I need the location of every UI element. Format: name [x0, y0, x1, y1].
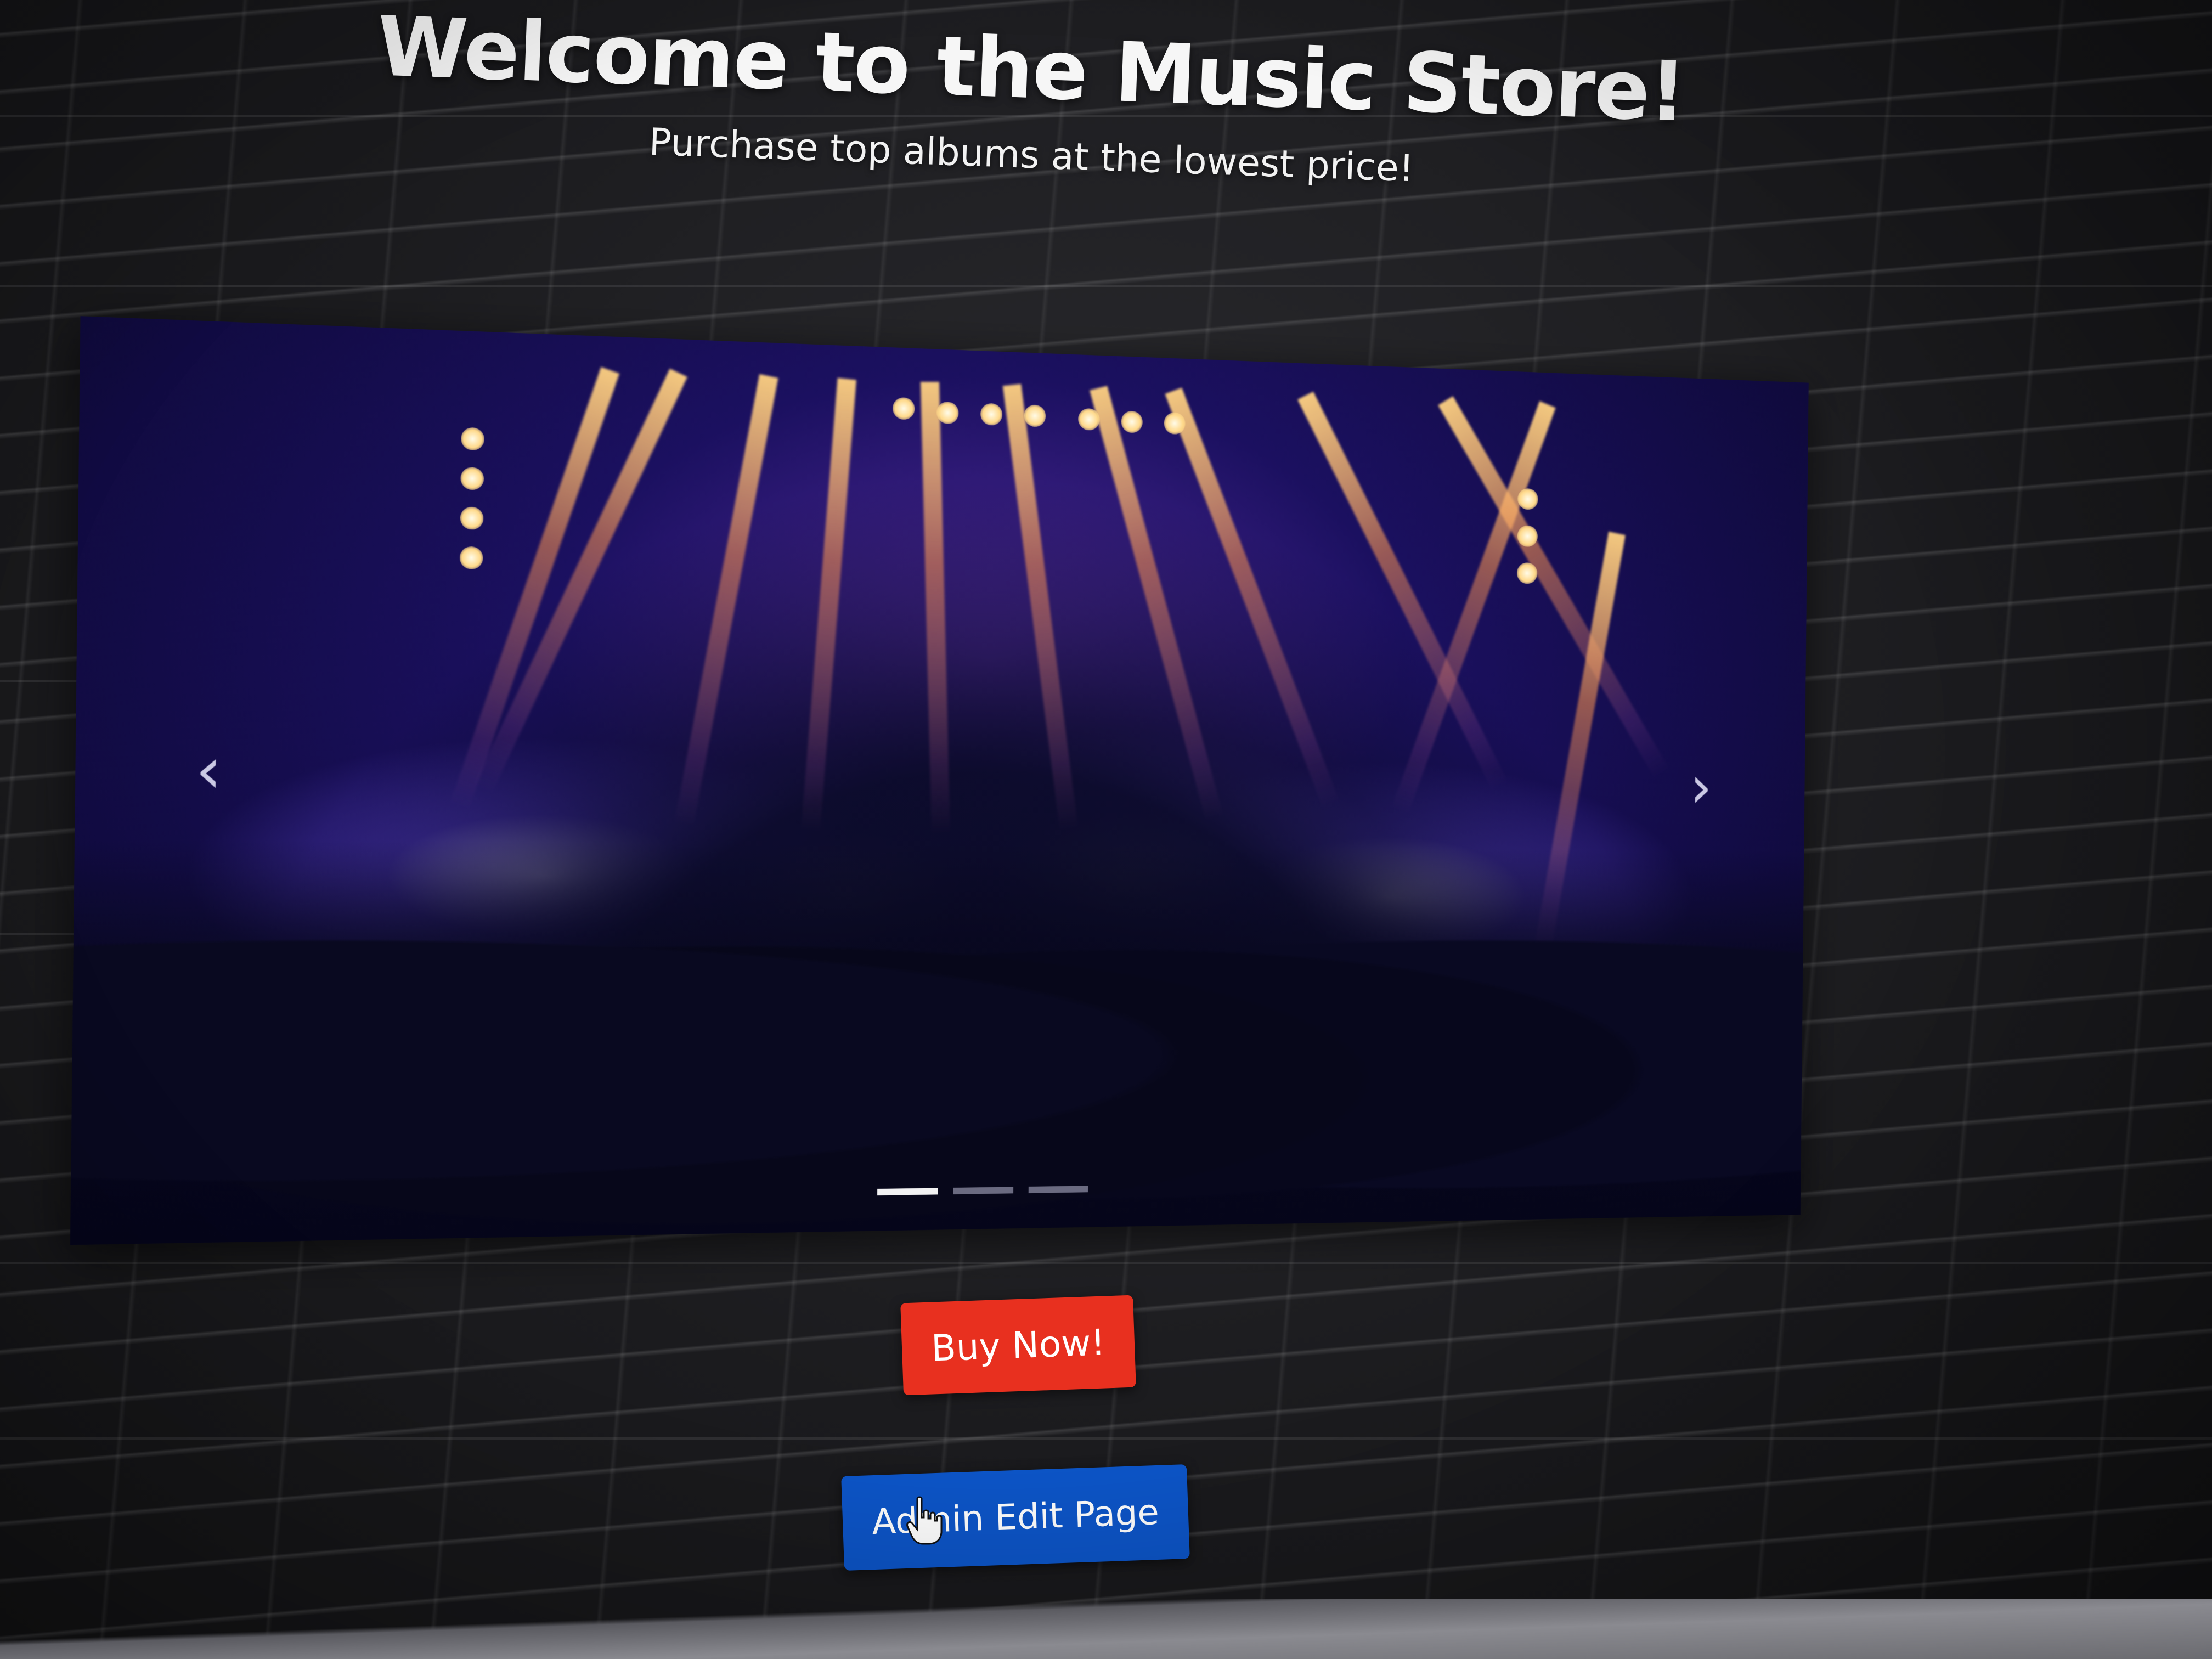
- stage-light-beam: [801, 378, 856, 832]
- stage-light-beam: [921, 382, 950, 833]
- hand-pointer-icon: [905, 1496, 944, 1545]
- stage-light-bulb: [1517, 488, 1538, 510]
- stage-light-bulb: [893, 397, 915, 420]
- stage-light-bulb: [460, 546, 483, 569]
- admin-edit-page-button[interactable]: Admin Edit Page: [841, 1464, 1190, 1571]
- stage-light-bulb: [1024, 404, 1046, 427]
- page-header: Welcome to the Music Store! Purchase top…: [0, 22, 2063, 177]
- carousel-indicator-3[interactable]: [1029, 1186, 1088, 1193]
- stage-light-bulb: [1121, 411, 1142, 433]
- stage-light-bulb: [460, 467, 484, 490]
- chevron-left-icon: ‹: [195, 733, 223, 808]
- stage-light-bulb: [461, 427, 484, 451]
- carousel-prev-button[interactable]: ‹: [172, 735, 245, 805]
- monitor-bezel: [0, 1599, 2212, 1659]
- stage-light-bulb: [1517, 525, 1538, 547]
- carousel-slide-concert: [70, 316, 1809, 1245]
- stage-light-bulb: [1517, 562, 1537, 584]
- carousel-indicator-1[interactable]: [877, 1188, 938, 1195]
- stage-light-bulb: [980, 403, 1002, 426]
- image-carousel[interactable]: ‹ ›: [70, 316, 1809, 1245]
- stage-light-bulb: [1164, 412, 1185, 435]
- stage-light-beam: [674, 374, 778, 826]
- stage-light-beam: [1003, 384, 1079, 832]
- stage-light-bulb: [936, 402, 958, 424]
- chevron-right-icon: ›: [1690, 753, 1712, 821]
- carousel-indicator-2[interactable]: [953, 1187, 1014, 1194]
- stage-light-bulb: [460, 506, 484, 529]
- carousel-next-button[interactable]: ›: [1671, 755, 1731, 819]
- stage-light-bulb: [1078, 408, 1100, 431]
- buy-now-button[interactable]: Buy Now!: [900, 1295, 1136, 1396]
